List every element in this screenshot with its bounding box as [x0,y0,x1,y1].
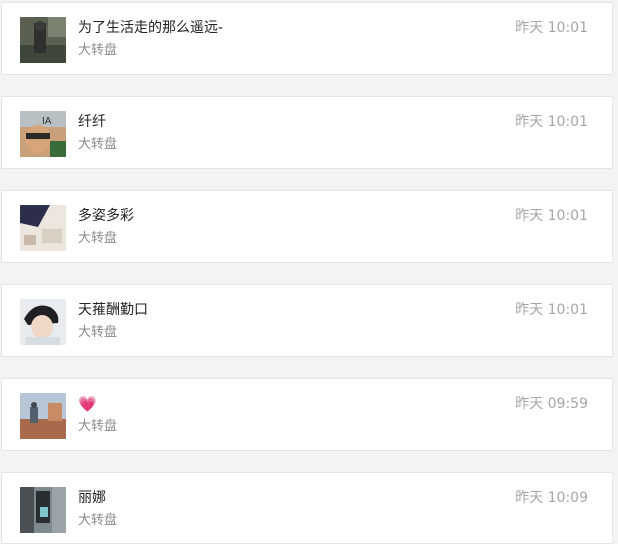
list-item[interactable]: 💗 大转盘 昨天 09:59 [1,378,613,451]
avatar[interactable] [20,487,66,533]
contact-name: 纤纤 [78,114,106,130]
contact-name: 多姿多彩 [78,208,134,224]
message-preview: 大转盘 [78,43,118,58]
contact-name: 为了生活走的那么遥远- [78,20,224,36]
message-time: 昨天 10:01 [515,208,588,224]
message-time: 昨天 10:09 [515,490,588,506]
avatar[interactable]: IA [20,111,66,157]
message-time: 昨天 09:59 [515,396,588,412]
message-preview: 大转盘 [78,325,118,340]
contact-name: 丽娜 [78,490,106,506]
message-time: 昨天 10:01 [515,114,588,130]
svg-text:IA: IA [42,116,52,127]
message-preview: 大转盘 [78,231,118,246]
message-time: 昨天 10:01 [515,20,588,36]
message-time: 昨天 10:01 [515,302,588,318]
list-item[interactable]: 天蓷酬勤口 大转盘 昨天 10:01 [1,284,613,357]
contact-name: 💗 [78,395,97,413]
list-item[interactable]: 丽娜 大转盘 昨天 10:09 [1,472,613,544]
contact-name: 天蓷酬勤口 [78,302,148,318]
avatar[interactable] [20,393,66,439]
list-item[interactable]: IA 纤纤 大转盘 昨天 10:01 [1,96,613,169]
avatar[interactable] [20,299,66,345]
avatar[interactable] [20,205,66,251]
message-preview: 大转盘 [78,419,118,434]
message-preview: 大转盘 [78,137,118,152]
message-preview: 大转盘 [78,513,118,528]
message-list: 为了生活走的那么遥远- 大转盘 昨天 10:01 IA 纤纤 大转盘 昨天 10… [0,0,618,544]
avatar[interactable] [20,17,66,63]
list-item[interactable]: 多姿多彩 大转盘 昨天 10:01 [1,190,613,263]
list-item[interactable]: 为了生活走的那么遥远- 大转盘 昨天 10:01 [1,2,613,75]
